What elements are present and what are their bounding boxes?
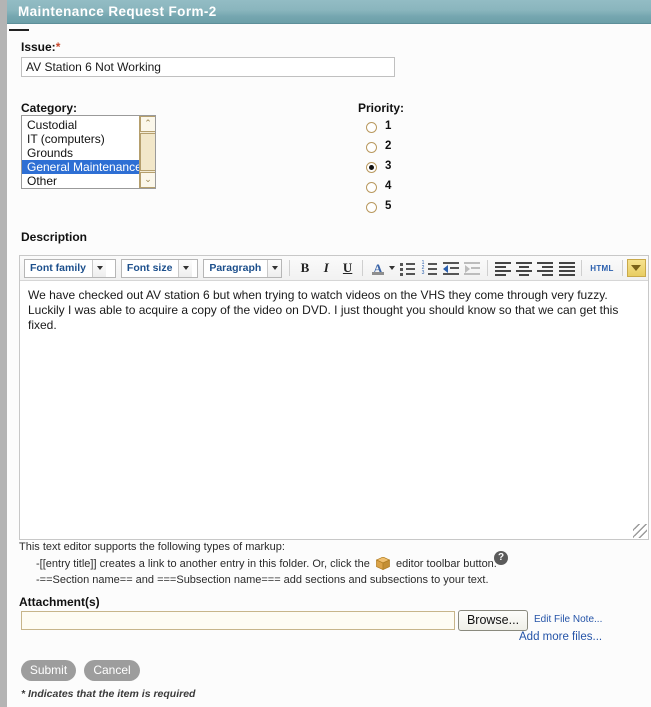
numbered-list-icon[interactable]: 1 2 3 <box>420 258 439 278</box>
toolbar-divider-5 <box>621 260 623 276</box>
bold-icon[interactable]: B <box>295 258 314 278</box>
rich-text-editor: Font family Font size Paragraph B I U A <box>19 255 649 540</box>
priority-label-1: 1 <box>385 120 392 132</box>
category-label: Category: <box>21 101 78 115</box>
priority-label-4: 4 <box>385 180 392 192</box>
browse-button[interactable]: Browse... <box>458 610 528 631</box>
priority-radio-1[interactable] <box>366 122 377 133</box>
priority-radio-2[interactable] <box>366 142 377 153</box>
italic-icon[interactable]: I <box>317 258 336 278</box>
window-titlebar: Maintenance Request Form-2 <box>7 0 651 24</box>
edit-file-note-link[interactable]: Edit File Note... <box>534 614 602 625</box>
category-scrollbar[interactable]: ⌃ ⌄ <box>139 116 155 188</box>
description-label: Description <box>21 230 88 244</box>
priority-label-5: 5 <box>385 200 392 212</box>
priority-radio-5[interactable] <box>366 202 377 213</box>
align-justify-icon[interactable] <box>557 258 576 278</box>
paragraph-format-chevron-down-icon[interactable] <box>267 259 282 277</box>
priority-label-3: 3 <box>385 160 392 172</box>
underline-icon[interactable]: U <box>338 258 357 278</box>
markup-help-line-1: -[[entry title]] creates a link to anoth… <box>36 556 497 571</box>
left-rail <box>0 0 7 707</box>
font-family-value: Font family <box>30 261 87 274</box>
paragraph-format-value: Paragraph <box>209 261 262 274</box>
form-page: Maintenance Request Form-2 Issue:* Categ… <box>0 0 651 707</box>
attachment-path-input[interactable] <box>21 611 455 630</box>
required-field-note: * Indicates that the item is required <box>21 688 196 700</box>
markup-help-intro: This text editor supports the following … <box>19 541 285 553</box>
issue-input[interactable] <box>21 57 395 77</box>
category-option-custodial[interactable]: Custodial <box>22 118 140 132</box>
font-size-select[interactable]: Font size <box>120 258 199 278</box>
collapse-toggle-dash[interactable] <box>9 29 29 31</box>
priority-radio-4[interactable] <box>366 182 377 193</box>
window-title: Maintenance Request Form-2 <box>18 4 217 19</box>
outdent-icon <box>463 258 482 278</box>
category-option-other[interactable]: Other <box>22 174 140 188</box>
align-center-icon[interactable] <box>514 258 533 278</box>
priority-label-2: 2 <box>385 140 392 152</box>
bullet-list-icon[interactable] <box>399 258 418 278</box>
align-right-icon[interactable] <box>536 258 555 278</box>
category-option-it[interactable]: IT (computers) <box>22 132 140 146</box>
editor-resize-handle[interactable] <box>633 524 647 538</box>
cancel-button[interactable]: Cancel <box>84 660 140 681</box>
scroll-up-icon[interactable]: ⌃ <box>140 116 155 132</box>
description-textarea[interactable]: We have checked out AV station 6 but whe… <box>20 282 648 539</box>
toolbar-divider-3 <box>486 260 488 276</box>
align-left-icon[interactable] <box>493 258 512 278</box>
add-more-files-link[interactable]: Add more files... <box>519 631 602 643</box>
scroll-down-icon[interactable]: ⌄ <box>140 172 155 188</box>
text-color-swatch <box>372 272 385 275</box>
submit-button[interactable]: Submit <box>21 660 76 681</box>
toolbar-divider-2 <box>362 260 364 276</box>
markup-help-line-1-before: -[[entry title]] creates a link to anoth… <box>36 558 370 570</box>
category-option-grounds[interactable]: Grounds <box>22 146 140 160</box>
category-option-general-maintenance[interactable]: General Maintenance <box>22 160 142 174</box>
help-icon[interactable]: ? <box>494 551 508 565</box>
issue-label: Issue:* <box>21 40 60 54</box>
markup-help-line-1-after: editor toolbar button. <box>395 558 497 570</box>
category-options: Custodial IT (computers) Grounds General… <box>22 116 142 188</box>
package-icon <box>375 556 391 571</box>
attachments-label: Attachment(s) <box>19 595 100 609</box>
category-listbox[interactable]: Custodial IT (computers) Grounds General… <box>21 115 156 189</box>
editor-toolbar: Font family Font size Paragraph B I U A <box>20 256 648 281</box>
issue-label-text: Issue: <box>21 40 56 54</box>
markup-help-line-2: -==Section name== and ===Subsection name… <box>36 574 489 586</box>
priority-radio-3-dot <box>369 165 374 170</box>
text-color-icon[interactable]: A <box>368 258 387 278</box>
toolbar-divider-1 <box>289 260 291 276</box>
text-color-chevron-down-icon[interactable] <box>388 266 395 270</box>
toolbar-divider-4 <box>581 260 583 276</box>
more-toolbar-chevron-down-icon[interactable] <box>626 259 647 277</box>
priority-label: Priority: <box>358 101 405 115</box>
font-family-chevron-down-icon[interactable] <box>92 259 107 277</box>
font-size-chevron-down-icon[interactable] <box>178 259 193 277</box>
scrollbar-thumb[interactable] <box>140 133 155 171</box>
issue-required-marker: * <box>55 40 61 54</box>
indent-icon[interactable] <box>441 258 460 278</box>
font-family-select[interactable]: Font family <box>24 258 116 278</box>
font-size-value: Font size <box>126 261 173 274</box>
html-source-button[interactable]: HTML <box>586 262 617 275</box>
paragraph-format-select[interactable]: Paragraph <box>203 258 283 278</box>
priority-radio-3[interactable] <box>366 162 377 173</box>
